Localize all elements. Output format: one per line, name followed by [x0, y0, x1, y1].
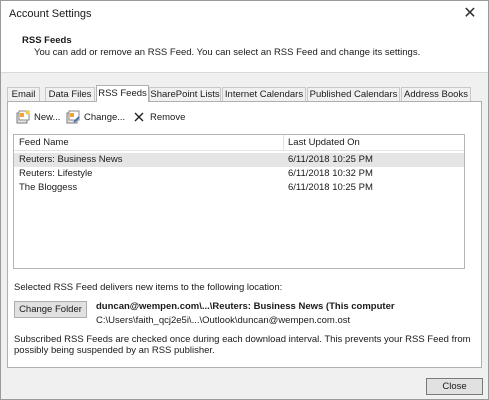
tab-strip: Email Data Files RSS Feeds SharePoint Li… [7, 85, 482, 102]
column-header-last-updated[interactable]: Last Updated On [288, 137, 360, 148]
last-updated-cell: 6/11/2018 10:32 PM [288, 168, 373, 179]
feed-list[interactable]: Feed Name Last Updated On Reuters: Busin… [13, 134, 465, 269]
title-bar: Account Settings ✕ [1, 1, 488, 27]
tab-email[interactable]: Email [7, 87, 40, 101]
column-header-feed-name[interactable]: Feed Name [19, 137, 69, 148]
tab-internet-calendars[interactable]: Internet Calendars [222, 87, 306, 101]
window-title: Account Settings [9, 8, 92, 20]
table-row[interactable]: The Bloggess 6/11/2018 10:25 PM [14, 181, 464, 195]
feed-name-cell: Reuters: Lifestyle [19, 168, 93, 179]
last-updated-cell: 6/11/2018 10:25 PM [288, 154, 373, 165]
change-button-label: Change... [84, 111, 126, 123]
last-updated-cell: 6/11/2018 10:25 PM [288, 182, 373, 193]
close-icon[interactable]: ✕ [458, 3, 482, 25]
column-divider[interactable] [283, 135, 284, 151]
tab-rss-feeds[interactable]: RSS Feeds [96, 85, 149, 102]
remove-button[interactable]: Remove [132, 108, 185, 126]
page-subtitle: You can add or remove an RSS Feed. You c… [34, 47, 421, 58]
table-row[interactable]: Reuters: Business News 6/11/2018 10:25 P… [14, 153, 464, 167]
change-feed-icon [66, 110, 80, 124]
tab-address-books[interactable]: Address Books [401, 87, 471, 101]
remove-x-icon [134, 112, 144, 122]
rss-feeds-panel: New... Change... Remove Feed Name Last U… [7, 101, 482, 368]
list-header: Feed Name Last Updated On [14, 135, 464, 151]
new-feed-icon [16, 110, 30, 124]
interval-note: Subscribed RSS Feeds are checked once du… [14, 334, 471, 356]
feed-name-cell: The Bloggess [19, 182, 78, 193]
account-settings-dialog: Account Settings ✕ RSS Feeds You can add… [0, 0, 489, 400]
change-button[interactable]: Change... [66, 108, 125, 126]
table-row[interactable]: Reuters: Lifestyle 6/11/2018 10:32 PM [14, 167, 464, 181]
remove-button-label: Remove [150, 111, 186, 123]
delivery-path: C:\Users\faith_qcj2e5i\...\Outlook\dunca… [96, 315, 351, 326]
feed-name-cell: Reuters: Business News [19, 154, 123, 165]
page-title: RSS Feeds [22, 35, 72, 46]
change-folder-button[interactable]: Change Folder [14, 301, 87, 318]
delivery-location-label: Selected RSS Feed delivers new items to … [14, 282, 283, 293]
new-button-label: New... [34, 111, 61, 123]
close-button[interactable]: Close [426, 378, 483, 395]
tab-published-calendars[interactable]: Published Calendars [307, 87, 400, 101]
header-band: RSS Feeds You can add or remove an RSS F… [1, 27, 488, 73]
tab-sharepoint-lists[interactable]: SharePoint Lists [149, 87, 221, 101]
tab-data-files[interactable]: Data Files [45, 87, 95, 101]
delivery-folder: duncan@wempen.com\...\Reuters: Business … [96, 301, 395, 312]
new-button[interactable]: New... [16, 108, 60, 126]
